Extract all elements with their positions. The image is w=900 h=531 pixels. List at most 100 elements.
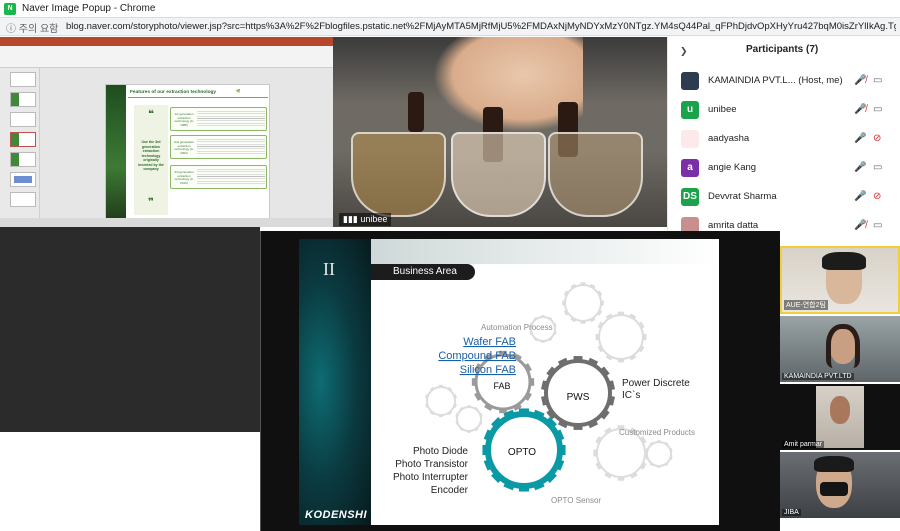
participants-title: Participants (7) [746, 44, 819, 55]
kodenshi-logo: KODENSHI [305, 509, 368, 521]
collapse-chevron-icon[interactable]: ❯ [680, 46, 688, 57]
quote-open-icon: ❝ [148, 109, 154, 120]
tile-name-label: JIBA [782, 509, 801, 516]
mic-muted-icon[interactable]: 🎤̸ [854, 104, 866, 115]
slide-quote-text: Use the 3rd generation extraction techno… [138, 140, 164, 171]
slide-thumbnail[interactable] [10, 192, 36, 207]
ppt-slide-thumbnails [0, 68, 40, 218]
ppt-ribbon [0, 46, 333, 68]
browser-titlebar: N Naver Image Popup - Chrome [0, 0, 900, 18]
participant-video-unibee[interactable]: ▮▮▮ unibee [333, 37, 667, 227]
empty-white-area [0, 432, 260, 531]
shared-presentation-window: II Business Area Automation Process Wafe… [260, 231, 780, 531]
generation-text [197, 169, 265, 185]
slide-thumbnail[interactable] [10, 72, 36, 87]
participant-name: unibee [708, 104, 737, 115]
generation-box: 2nd generation extraction technology (in… [170, 135, 267, 159]
decorative-gear [425, 384, 457, 418]
slide-thumbnail[interactable] [10, 152, 36, 167]
window-title: Naver Image Popup - Chrome [22, 3, 156, 14]
video-tile[interactable]: AUE-연합2팀 [780, 246, 900, 314]
tile-name-label: KAMAINDIA PVT.LTD [782, 373, 854, 380]
video-tile[interactable]: JIBA [780, 452, 900, 518]
shared-powerpoint-screen: Features of our extraction technology 🌿 … [0, 37, 333, 227]
fab-link[interactable]: Compound FAB [438, 350, 516, 362]
decorative-gear [645, 440, 673, 468]
url-text[interactable]: blog.naver.com/storyphoto/viewer.jsp?src… [66, 21, 896, 32]
participant-row[interactable]: DS Devvrat Sharma 🎤 ⊘ [668, 183, 900, 212]
generation-text [197, 111, 265, 127]
person-face [830, 396, 850, 424]
security-warning[interactable]: ⓘ 주의 요함 [6, 20, 58, 35]
slide-thumbnail[interactable] [10, 172, 36, 187]
video-icon[interactable]: ▭ [873, 220, 882, 231]
video-icon[interactable]: ▭ [873, 75, 882, 86]
slide-thumbnail[interactable] [10, 132, 36, 147]
avatar: a [681, 159, 699, 177]
avatar: u [681, 101, 699, 119]
video-icon[interactable]: ▭ [873, 104, 882, 115]
participant-row[interactable]: aadyasha 🎤 ⊘ [668, 125, 900, 154]
beaker [451, 132, 546, 217]
avatar [681, 72, 699, 90]
video-icon[interactable]: ▭ [873, 162, 882, 173]
slide-logo: 🌿 [236, 89, 241, 93]
participant-row[interactable]: a angie Kang 🎤 ▭ [668, 154, 900, 183]
participant-row[interactable]: KAMAINDIA PVT.L... (Host, me) 🎤̸ ▭ [668, 67, 900, 96]
slide-thumbnail[interactable] [10, 92, 36, 107]
generation-label: 2nd generation extraction technology (in… [173, 140, 195, 155]
participant-name: angie Kang [708, 162, 757, 173]
video-tile[interactable]: Amit parmar [780, 384, 900, 450]
participant-name: aadyasha [708, 133, 750, 144]
participant-name: Devvrat Sharma [708, 191, 777, 202]
photo-product-label: Photo Transistor [395, 459, 468, 470]
signal-icon: ▮▮▮ [343, 214, 361, 224]
photo-product-label: Photo Diode [413, 446, 468, 457]
slide-green-bar [106, 85, 126, 222]
slide-divider [128, 97, 268, 98]
person-hair [814, 456, 854, 472]
tile-name-label: AUE-연합2팀 [784, 300, 828, 310]
dropper-bottle [408, 92, 424, 132]
video-off-icon[interactable]: ⊘ [873, 191, 881, 202]
generation-label: 3rd generation extraction technology (in… [174, 170, 194, 185]
decorative-gear [455, 405, 483, 433]
generation-box: 1st generation extraction technology (in… [170, 107, 267, 131]
participant-name: amrita datta [708, 220, 759, 231]
generation-text [197, 139, 265, 155]
business-area-diagram: Automation Process Wafer FAB Compound FA… [393, 282, 695, 505]
slide-thumbnail[interactable] [10, 112, 36, 127]
address-bar[interactable]: ⓘ 주의 요함 blog.naver.com/storyphoto/viewer… [0, 18, 900, 36]
ics-label: IC`s [622, 389, 640, 401]
quote-close-icon: ❞ [148, 197, 154, 208]
person-hair [822, 252, 866, 270]
beaker [351, 132, 446, 217]
mic-icon[interactable]: 🎤 [854, 191, 866, 202]
participants-panel: ❯ Participants (7) KAMAINDIA PVT.L... (H… [667, 37, 900, 235]
automation-process-label: Automation Process [481, 323, 553, 332]
tile-name-label: Amit parmar [782, 441, 825, 448]
participant-row[interactable]: u unibee 🎤̸ ▭ [668, 96, 900, 125]
power-discrete-label: Power Discrete [622, 378, 690, 389]
ppt-status-bar [0, 218, 333, 227]
video-off-icon[interactable]: ⊘ [873, 133, 881, 144]
person-hair [826, 324, 860, 368]
mic-muted-icon[interactable]: 🎤̸ [854, 220, 866, 231]
slide-side-panel [299, 239, 371, 525]
gear-fab-label: FAB [493, 381, 510, 391]
generation-label: 1st generation extraction technology (in… [174, 112, 194, 127]
participant-name: KAMAINDIA PVT.L... (Host, me) [708, 75, 843, 86]
avatar: DS [681, 188, 699, 206]
mic-muted-icon[interactable]: 🎤̸ [854, 75, 866, 86]
slide-title: Features of our extraction technology [130, 90, 217, 95]
mic-icon[interactable]: 🎤 [854, 133, 866, 144]
fab-link[interactable]: Silicon FAB [460, 364, 516, 376]
photo-product-label: Encoder [431, 485, 469, 496]
fab-link[interactable]: Wafer FAB [463, 336, 516, 348]
video-tile[interactable]: KAMAINDIA PVT.LTD [780, 316, 900, 382]
photo-product-label: Photo Interrupter [393, 472, 469, 483]
naver-logo-icon: N [4, 3, 16, 15]
face-mask [820, 482, 848, 496]
mic-icon[interactable]: 🎤 [854, 162, 866, 173]
empty-dark-area [0, 227, 260, 432]
